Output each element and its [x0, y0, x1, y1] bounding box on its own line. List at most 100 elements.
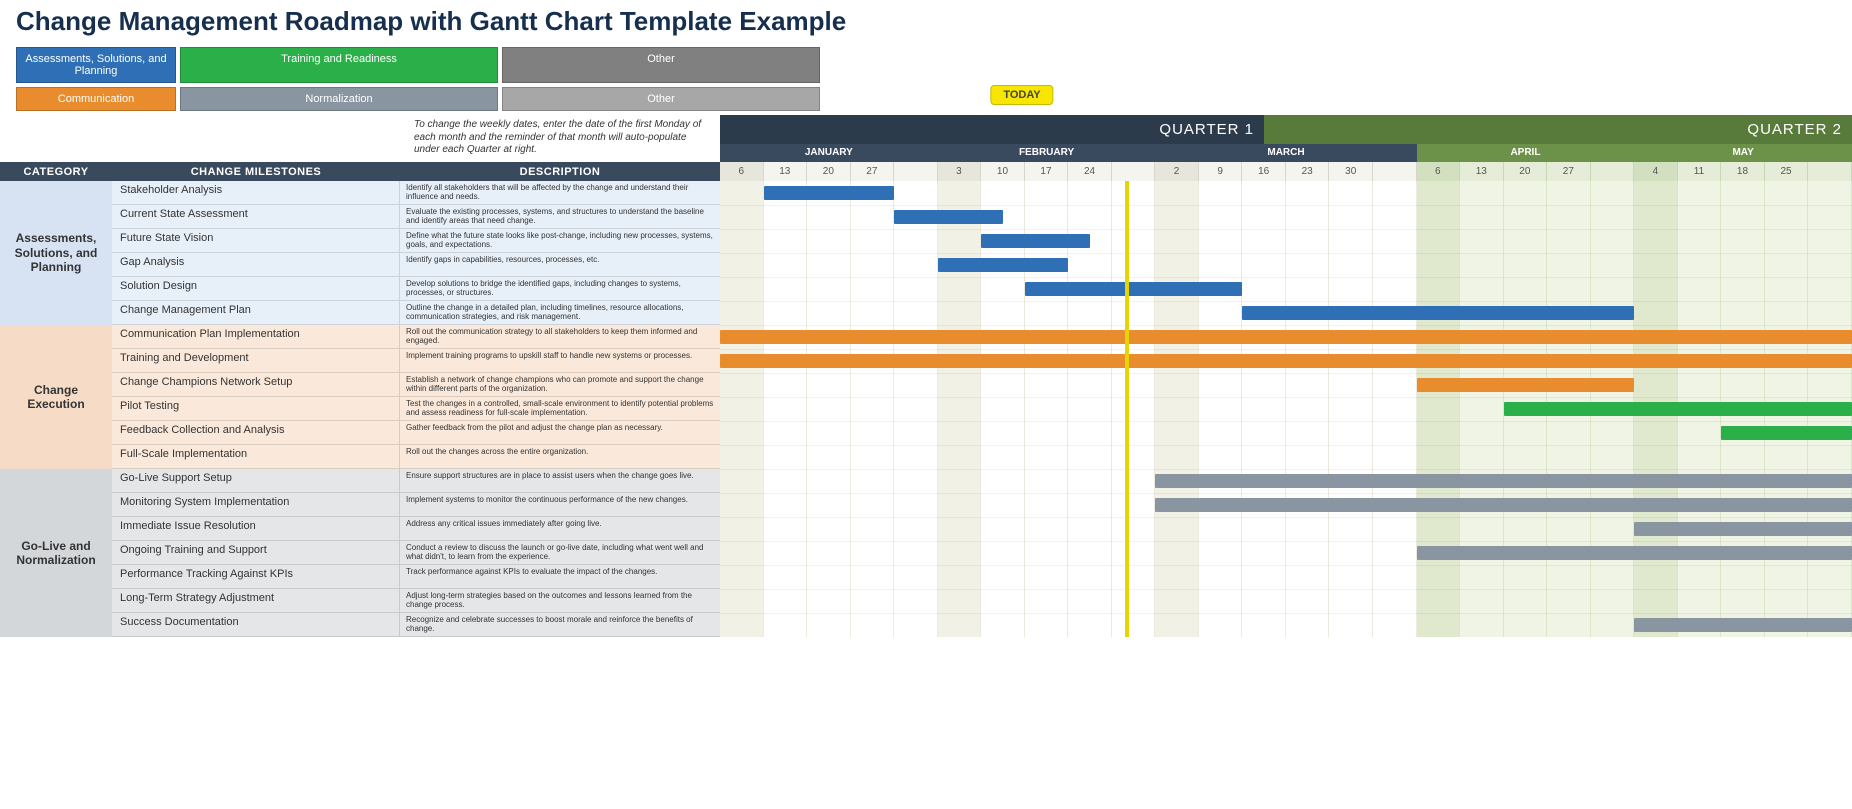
gantt-bar[interactable]: [720, 330, 1852, 344]
gantt-bar[interactable]: [1721, 426, 1852, 440]
milestone-description: Adjust long-term strategies based on the…: [400, 589, 720, 613]
gantt-bar[interactable]: [894, 210, 1003, 224]
milestone-name: Feedback Collection and Analysis: [112, 421, 400, 445]
milestone-row: Ongoing Training and SupportConduct a re…: [112, 541, 720, 565]
column-category: CATEGORY: [0, 162, 112, 181]
legend-item: Other: [502, 47, 820, 83]
quarter-2: QUARTER 2: [1264, 115, 1852, 144]
milestone-description: Roll out the communication strategy to a…: [400, 325, 720, 349]
milestone-description: Implement training programs to upskill s…: [400, 349, 720, 373]
milestone-name: Pilot Testing: [112, 397, 400, 421]
milestone-description: Evaluate the existing processes, systems…: [400, 205, 720, 229]
milestone-row: Feedback Collection and AnalysisGather f…: [112, 421, 720, 445]
milestone-name: Solution Design: [112, 277, 400, 301]
milestone-row: Communication Plan ImplementationRoll ou…: [112, 325, 720, 349]
month-label: MAY: [1634, 144, 1852, 162]
milestone-description: Roll out the changes across the entire o…: [400, 445, 720, 469]
milestone-name: Current State Assessment: [112, 205, 400, 229]
milestone-row: Pilot TestingTest the changes in a contr…: [112, 397, 720, 421]
milestone-description: Define what the future state looks like …: [400, 229, 720, 253]
page-title: Change Management Roadmap with Gantt Cha…: [16, 6, 1852, 37]
milestone-row: Success DocumentationRecognize and celeb…: [112, 613, 720, 637]
milestone-description: Address any critical issues immediately …: [400, 517, 720, 541]
gantt-bar[interactable]: [1417, 378, 1635, 392]
month-label: JANUARY: [720, 144, 938, 162]
week-label: [894, 162, 938, 181]
milestone-description: Establish a network of change champions …: [400, 373, 720, 397]
legend-item: Assessments, Solutions, and Planning: [16, 47, 176, 83]
milestone-description: Conduct a review to discuss the launch o…: [400, 541, 720, 565]
milestone-description: Test the changes in a controlled, small-…: [400, 397, 720, 421]
legend-item: Normalization: [180, 87, 498, 111]
milestone-name: Full-Scale Implementation: [112, 445, 400, 469]
milestone-description: Track performance against KPIs to evalua…: [400, 565, 720, 589]
milestone-name: Immediate Issue Resolution: [112, 517, 400, 541]
month-header: JANUARYFEBRUARYMARCHAPRILMAY: [720, 144, 1852, 162]
week-label: 10: [981, 162, 1025, 181]
legend-item: Communication: [16, 87, 176, 111]
milestone-name: Long-Term Strategy Adjustment: [112, 589, 400, 613]
gantt-timeline: [720, 181, 1852, 637]
milestone-row: Current State AssessmentEvaluate the exi…: [112, 205, 720, 229]
milestone-row: Training and DevelopmentImplement traini…: [112, 349, 720, 373]
milestone-name: Change Champions Network Setup: [112, 373, 400, 397]
milestone-name: Gap Analysis: [112, 253, 400, 277]
today-line: [1125, 181, 1129, 637]
month-label: APRIL: [1417, 144, 1635, 162]
week-label: 16: [1242, 162, 1286, 181]
milestone-name: Future State Vision: [112, 229, 400, 253]
gantt-bar[interactable]: [1634, 522, 1852, 536]
milestone-description: Gather feedback from the pilot and adjus…: [400, 421, 720, 445]
column-description: DESCRIPTION: [400, 162, 720, 181]
week-label: [1591, 162, 1635, 181]
gantt-bar[interactable]: [1242, 306, 1634, 320]
gantt-bar[interactable]: [1417, 546, 1852, 560]
gantt-bar[interactable]: [764, 186, 895, 200]
week-label: 3: [938, 162, 982, 181]
milestone-description: Recognize and celebrate successes to boo…: [400, 613, 720, 637]
week-label: [1808, 162, 1852, 181]
gantt-bar[interactable]: [938, 258, 1069, 272]
week-label: 4: [1634, 162, 1678, 181]
milestone-row: Full-Scale ImplementationRoll out the ch…: [112, 445, 720, 469]
milestone-description: Develop solutions to bridge the identifi…: [400, 277, 720, 301]
gantt-bar[interactable]: [1155, 474, 1852, 488]
month-label: MARCH: [1155, 144, 1416, 162]
quarter-header: QUARTER 1 QUARTER 2: [720, 115, 1852, 144]
milestone-description: Outline the change in a detailed plan, i…: [400, 301, 720, 325]
legend: Assessments, Solutions, and Planning Tra…: [16, 47, 1852, 111]
gantt-bar[interactable]: [1634, 618, 1852, 632]
milestone-name: Performance Tracking Against KPIs: [112, 565, 400, 589]
gantt-bar[interactable]: [981, 234, 1090, 248]
instruction-note: To change the weekly dates, enter the da…: [414, 119, 714, 157]
milestone-row: Solution DesignDevelop solutions to brid…: [112, 277, 720, 301]
week-label: 27: [1547, 162, 1591, 181]
milestone-row: Go-Live Support SetupEnsure support stru…: [112, 469, 720, 493]
gantt-bar[interactable]: [1155, 498, 1852, 512]
gantt-bar[interactable]: [1504, 402, 1852, 416]
week-label: 6: [1417, 162, 1461, 181]
week-label: 30: [1329, 162, 1373, 181]
week-label: 18: [1721, 162, 1765, 181]
week-label: 25: [1765, 162, 1809, 181]
milestone-name: Stakeholder Analysis: [112, 181, 400, 205]
quarter-1: QUARTER 1: [720, 115, 1264, 144]
gantt-bar[interactable]: [1025, 282, 1243, 296]
milestone-description: Identify gaps in capabilities, resources…: [400, 253, 720, 277]
gantt-bar[interactable]: [720, 354, 1852, 368]
milestone-name: Go-Live Support Setup: [112, 469, 400, 493]
category-label: Go-Live and Normalization: [0, 469, 112, 637]
week-label: 17: [1025, 162, 1069, 181]
week-label: [1112, 162, 1156, 181]
week-header: 613202731017242916233061320274111825: [720, 162, 1852, 181]
category-label: Change Execution: [0, 325, 112, 469]
week-label: 11: [1678, 162, 1722, 181]
milestone-row: Monitoring System ImplementationImplemen…: [112, 493, 720, 517]
milestone-row: Gap AnalysisIdentify gaps in capabilitie…: [112, 253, 720, 277]
milestone-row: Immediate Issue ResolutionAddress any cr…: [112, 517, 720, 541]
milestone-name: Success Documentation: [112, 613, 400, 637]
milestone-description: Implement systems to monitor the continu…: [400, 493, 720, 517]
milestone-row: Performance Tracking Against KPIsTrack p…: [112, 565, 720, 589]
legend-item: Training and Readiness: [180, 47, 498, 83]
week-label: 20: [807, 162, 851, 181]
